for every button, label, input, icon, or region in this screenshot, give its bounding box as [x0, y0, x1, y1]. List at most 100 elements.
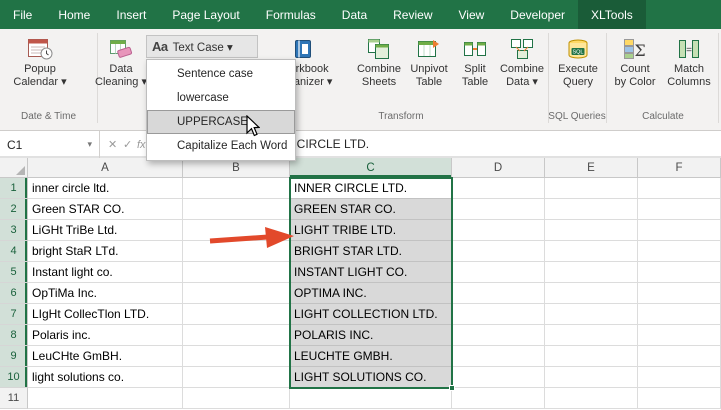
cell-c7[interactable]: LIGHT COLLECTION LTD.	[290, 304, 452, 325]
cell-d4[interactable]	[452, 241, 545, 262]
cell-d8[interactable]	[452, 325, 545, 346]
cell-a9[interactable]: LeuCHte GmBH.	[28, 346, 183, 367]
cell-f6[interactable]	[638, 283, 721, 304]
unpivot-table-button[interactable]: Unpivot Table	[406, 33, 452, 89]
cell-a7[interactable]: LIgHt CollecTlon LTD.	[28, 304, 183, 325]
cell-e6[interactable]	[545, 283, 638, 304]
menu-item-sentence-case[interactable]: Sentence case	[147, 62, 295, 86]
row-header-10[interactable]: 10	[0, 367, 28, 388]
cell-f9[interactable]	[638, 346, 721, 367]
column-header-c[interactable]: C	[290, 158, 452, 178]
tab-page-layout[interactable]: Page Layout	[159, 0, 252, 29]
popup-calendar-button[interactable]: Popup Calendar ▾	[4, 33, 76, 89]
text-case-button[interactable]: Aa Text Case ▾	[146, 35, 258, 58]
cell-f3[interactable]	[638, 220, 721, 241]
execute-query-button[interactable]: SQL Execute Query	[552, 33, 604, 89]
cell-e11[interactable]	[545, 388, 638, 409]
cell-c10[interactable]: LIGHT SOLUTIONS CO.	[290, 367, 452, 388]
cell-e1[interactable]	[545, 178, 638, 199]
cell-f10[interactable]	[638, 367, 721, 388]
enter-icon[interactable]: ✓	[123, 131, 132, 158]
tab-data[interactable]: Data	[329, 0, 380, 29]
cell-c5[interactable]: INSTANT LIGHT CO.	[290, 262, 452, 283]
cell-c3[interactable]: LIGHT TRIBE LTD.	[290, 220, 452, 241]
cell-b11[interactable]	[183, 388, 290, 409]
cell-a3[interactable]: LiGHt TriBe Ltd.	[28, 220, 183, 241]
name-box[interactable]: C1 ▾	[0, 131, 100, 158]
column-header-b[interactable]: B	[183, 158, 290, 178]
row-header-1[interactable]: 1	[0, 178, 28, 199]
cell-f8[interactable]	[638, 325, 721, 346]
cell-a10[interactable]: light solutions co.	[28, 367, 183, 388]
combine-data-button[interactable]: Combine Data ▾	[498, 33, 546, 89]
cell-c1[interactable]: INNER CIRCLE LTD.	[290, 178, 452, 199]
cell-e5[interactable]	[545, 262, 638, 283]
cell-e8[interactable]	[545, 325, 638, 346]
namebox-dropdown-icon[interactable]: ▾	[87, 139, 92, 150]
column-header-a[interactable]: A	[28, 158, 183, 178]
cell-f4[interactable]	[638, 241, 721, 262]
cell-f5[interactable]	[638, 262, 721, 283]
cell-a1[interactable]: inner circle ltd.	[28, 178, 183, 199]
cell-e4[interactable]	[545, 241, 638, 262]
row-header-6[interactable]: 6	[0, 283, 28, 304]
row-header-7[interactable]: 7	[0, 304, 28, 325]
tab-file[interactable]: File	[0, 0, 45, 29]
menu-item-uppercase[interactable]: UPPERCASE	[147, 110, 295, 134]
cell-b9[interactable]	[183, 346, 290, 367]
tab-view[interactable]: View	[446, 0, 498, 29]
cell-d7[interactable]	[452, 304, 545, 325]
count-by-color-button[interactable]: Σ Count by Color	[610, 33, 660, 89]
cell-b5[interactable]	[183, 262, 290, 283]
cell-e7[interactable]	[545, 304, 638, 325]
split-table-button[interactable]: Split Table	[454, 33, 496, 89]
cell-a11[interactable]	[28, 388, 183, 409]
tab-xltools[interactable]: XLTools	[578, 0, 646, 29]
match-columns-button[interactable]: = Match Columns	[662, 33, 716, 89]
row-header-8[interactable]: 8	[0, 325, 28, 346]
row-header-2[interactable]: 2	[0, 199, 28, 220]
cell-b8[interactable]	[183, 325, 290, 346]
cell-d2[interactable]	[452, 199, 545, 220]
cell-d9[interactable]	[452, 346, 545, 367]
cell-c8[interactable]: POLARIS INC.	[290, 325, 452, 346]
cell-f7[interactable]	[638, 304, 721, 325]
tab-formulas[interactable]: Formulas	[253, 0, 329, 29]
cell-d10[interactable]	[452, 367, 545, 388]
cell-a2[interactable]: Green STAR CO.	[28, 199, 183, 220]
cell-d5[interactable]	[452, 262, 545, 283]
cell-a5[interactable]: Instant light co.	[28, 262, 183, 283]
cell-e10[interactable]	[545, 367, 638, 388]
menu-item-lowercase[interactable]: lowercase	[147, 86, 295, 110]
cell-b10[interactable]	[183, 367, 290, 388]
row-header-11[interactable]: 11	[0, 388, 28, 409]
cell-b6[interactable]	[183, 283, 290, 304]
fx-icon[interactable]: fx	[137, 131, 146, 158]
cell-e2[interactable]	[545, 199, 638, 220]
cell-f1[interactable]	[638, 178, 721, 199]
row-header-5[interactable]: 5	[0, 262, 28, 283]
cell-d11[interactable]	[452, 388, 545, 409]
cell-a6[interactable]: OpTiMa Inc.	[28, 283, 183, 304]
cell-c11[interactable]	[290, 388, 452, 409]
cell-d3[interactable]	[452, 220, 545, 241]
cell-e9[interactable]	[545, 346, 638, 367]
cell-e3[interactable]	[545, 220, 638, 241]
cell-f11[interactable]	[638, 388, 721, 409]
tab-insert[interactable]: Insert	[103, 0, 159, 29]
row-header-3[interactable]: 3	[0, 220, 28, 241]
cell-c6[interactable]: OPTIMA INC.	[290, 283, 452, 304]
cell-f2[interactable]	[638, 199, 721, 220]
cell-a4[interactable]: bright StaR LTd.	[28, 241, 183, 262]
cell-c2[interactable]: GREEN STAR CO.	[290, 199, 452, 220]
cell-d6[interactable]	[452, 283, 545, 304]
menu-item-capitalize-each-word[interactable]: Capitalize Each Word	[147, 134, 295, 158]
data-cleaning-button[interactable]: Data Cleaning ▾	[95, 33, 147, 89]
cell-a8[interactable]: Polaris inc.	[28, 325, 183, 346]
cell-b1[interactable]	[183, 178, 290, 199]
cell-b2[interactable]	[183, 199, 290, 220]
cell-c9[interactable]: LEUCHTE GMBH.	[290, 346, 452, 367]
column-header-e[interactable]: E	[545, 158, 638, 178]
column-header-d[interactable]: D	[452, 158, 545, 178]
select-all-corner[interactable]	[0, 158, 28, 178]
